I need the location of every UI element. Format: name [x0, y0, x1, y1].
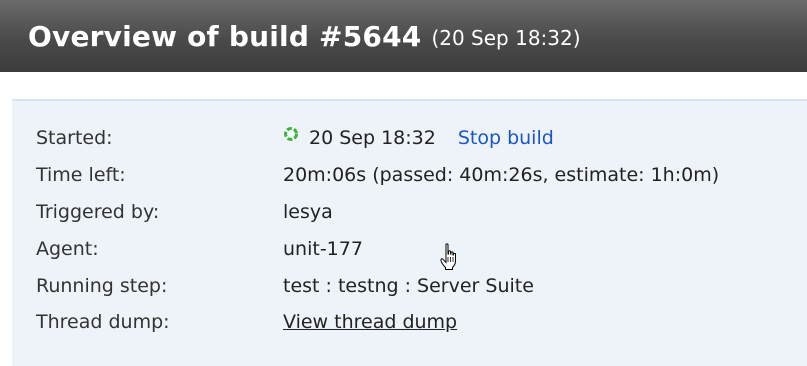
- time-left-value: 20m:06s (passed: 40m:26s, estimate: 1h:0…: [283, 164, 720, 186]
- agent-link[interactable]: unit-177: [283, 238, 363, 260]
- triggered-by-value: lesya: [283, 201, 333, 223]
- started-row: Started: 20 Sep 18:32 Stop build: [36, 122, 554, 154]
- view-thread-dump-link[interactable]: View thread dump: [283, 311, 457, 333]
- thread-dump-row: Thread dump: View thread dump: [36, 306, 457, 338]
- started-label: Started:: [36, 127, 113, 149]
- running-step-value: test : testng : Server Suite: [283, 275, 534, 297]
- started-time: 20 Sep 18:32: [309, 127, 436, 149]
- stop-build-link[interactable]: Stop build: [458, 127, 554, 149]
- page-title: Overview of build #5644: [28, 19, 422, 53]
- build-date: (20 Sep 18:32): [431, 26, 581, 50]
- running-step-label: Running step:: [36, 275, 168, 297]
- running-step-row: Running step: test : testng : Server Sui…: [36, 270, 534, 302]
- started-value-group: 20 Sep 18:32 Stop build: [283, 127, 554, 149]
- triggered-by-label: Triggered by:: [36, 201, 160, 223]
- triggered-by-row: Triggered by: lesya: [36, 196, 333, 228]
- page-header: Overview of build #5644 (20 Sep 18:32): [0, 0, 807, 72]
- time-left-row: Time left: 20m:06s (passed: 40m:26s, est…: [36, 159, 719, 191]
- running-spinner-icon: [284, 127, 298, 141]
- time-left-label: Time left:: [36, 164, 126, 186]
- agent-label: Agent:: [36, 238, 99, 260]
- build-details-panel: Started: 20 Sep 18:32 Stop build Time le…: [12, 99, 807, 366]
- agent-row: Agent: unit-177: [36, 233, 363, 265]
- hand-pointer-cursor-icon: [440, 243, 456, 270]
- thread-dump-label: Thread dump:: [36, 311, 170, 333]
